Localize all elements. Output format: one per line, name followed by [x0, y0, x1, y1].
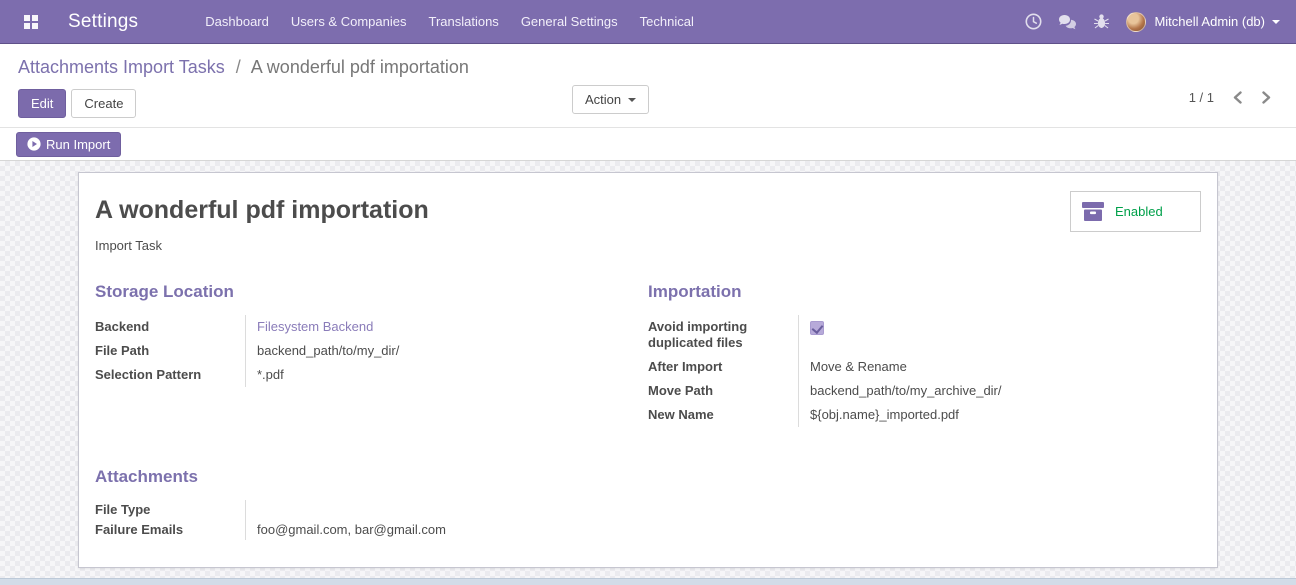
- chevron-down-icon: [628, 97, 637, 102]
- menu-item-users-companies[interactable]: Users & Companies: [280, 0, 418, 43]
- field-value-backend[interactable]: Filesystem Backend: [245, 315, 628, 339]
- field-label-after-import: After Import: [648, 359, 723, 374]
- horizontal-scrollbar[interactable]: [0, 578, 1296, 585]
- field-label-backend: Backend: [95, 319, 150, 334]
- field-selection-pattern: Selection Pattern *.pdf: [95, 363, 628, 387]
- group-attachments: Attachments File Type Failure Emails foo…: [95, 467, 628, 540]
- menu-item-technical[interactable]: Technical: [629, 0, 705, 43]
- avoid-duplicates-checkbox[interactable]: [810, 321, 824, 335]
- field-value-new-name: ${obj.name}_imported.pdf: [798, 403, 1201, 427]
- field-label-new-name: New Name: [648, 407, 714, 422]
- field-value-after-import: Move & Rename: [798, 355, 1201, 379]
- group-importation: Importation Avoid importing duplicated f…: [648, 282, 1201, 427]
- field-value-file-path: backend_path/to/my_dir/: [245, 339, 628, 363]
- field-avoid-duplicates: Avoid importing duplicated files: [648, 315, 1201, 355]
- field-label-failure-emails: Failure Emails: [95, 522, 184, 537]
- user-name: Mitchell Admin (db): [1154, 14, 1265, 29]
- chevron-left-icon[interactable]: [1232, 91, 1243, 104]
- action-dropdown-button[interactable]: Action: [572, 85, 650, 114]
- clock-icon[interactable]: [1016, 0, 1050, 44]
- form-sheet: Enabled A wonderful pdf importation Impo…: [78, 172, 1218, 568]
- systray: Mitchell Admin (db): [1016, 0, 1280, 44]
- field-value-selection-pattern: *.pdf: [245, 363, 628, 387]
- play-circle-icon: [27, 137, 41, 151]
- field-value-failure-emails: foo@gmail.com, bar@gmail.com: [245, 520, 628, 540]
- field-after-import: After Import Move & Rename: [648, 355, 1201, 379]
- breadcrumb-parent[interactable]: Attachments Import Tasks: [18, 57, 225, 77]
- enabled-stat-button[interactable]: Enabled: [1070, 191, 1201, 232]
- enabled-label: Enabled: [1115, 204, 1163, 219]
- record-title: A wonderful pdf importation: [95, 196, 429, 224]
- control-panel: Attachments Import Tasks / A wonderful p…: [0, 44, 1296, 128]
- app-title: Settings: [68, 10, 139, 32]
- field-new-name: New Name ${obj.name}_imported.pdf: [648, 403, 1201, 427]
- avatar: [1126, 11, 1147, 32]
- field-value-move-path: backend_path/to/my_archive_dir/: [798, 379, 1201, 403]
- chevron-down-icon: [1272, 19, 1280, 24]
- top-navbar: Settings Dashboard Users & Companies Tra…: [0, 0, 1296, 44]
- field-value-file-type: [245, 500, 628, 520]
- field-label-file-type: File Type: [95, 502, 151, 517]
- field-backend: Backend Filesystem Backend: [95, 315, 628, 339]
- create-button[interactable]: Create: [71, 89, 137, 118]
- menu-item-dashboard[interactable]: Dashboard: [194, 0, 280, 43]
- bug-icon[interactable]: [1084, 0, 1118, 44]
- user-menu[interactable]: Mitchell Admin (db): [1126, 11, 1280, 32]
- breadcrumb-separator: /: [235, 57, 241, 77]
- field-failure-emails: Failure Emails foo@gmail.com, bar@gmail.…: [95, 520, 628, 540]
- group-title-storage-location: Storage Location: [95, 282, 234, 301]
- run-import-button[interactable]: Run Import: [16, 131, 122, 157]
- field-label-selection-pattern: Selection Pattern: [95, 367, 202, 382]
- breadcrumb: Attachments Import Tasks / A wonderful p…: [18, 54, 1278, 80]
- messages-icon[interactable]: [1050, 0, 1084, 44]
- record-subtitle: Import Task: [95, 238, 162, 253]
- field-label-avoid-duplicates: Avoid importing duplicated files: [648, 319, 748, 350]
- chevron-right-icon[interactable]: [1261, 91, 1272, 104]
- pager-value: 1 / 1: [1188, 90, 1214, 105]
- group-storage-location: Storage Location Backend Filesystem Back…: [95, 282, 628, 427]
- top-menu: Dashboard Users & Companies Translations…: [194, 0, 705, 43]
- form-statusbar: Run Import: [0, 128, 1296, 161]
- breadcrumb-current: A wonderful pdf importation: [250, 57, 469, 77]
- action-label: Action: [585, 92, 622, 107]
- pager: 1 / 1: [1189, 90, 1272, 105]
- form-view-background: Enabled A wonderful pdf importation Impo…: [0, 161, 1296, 585]
- field-move-path: Move Path backend_path/to/my_archive_dir…: [648, 379, 1201, 403]
- menu-item-translations[interactable]: Translations: [417, 0, 509, 43]
- field-label-file-path: File Path: [95, 343, 150, 358]
- menu-item-general-settings[interactable]: General Settings: [510, 0, 629, 43]
- field-file-path: File Path backend_path/to/my_dir/: [95, 339, 628, 363]
- archive-box-icon: [1082, 202, 1104, 221]
- group-title-importation: Importation: [648, 282, 742, 301]
- field-file-type: File Type: [95, 500, 628, 520]
- run-import-label: Run Import: [46, 136, 111, 152]
- field-groups: Storage Location Backend Filesystem Back…: [95, 282, 1201, 540]
- field-value-avoid-duplicates: [798, 315, 1201, 355]
- edit-button[interactable]: Edit: [18, 89, 67, 118]
- field-label-move-path: Move Path: [648, 383, 714, 398]
- group-title-attachments: Attachments: [95, 467, 198, 486]
- apps-menu-icon[interactable]: [16, 7, 46, 37]
